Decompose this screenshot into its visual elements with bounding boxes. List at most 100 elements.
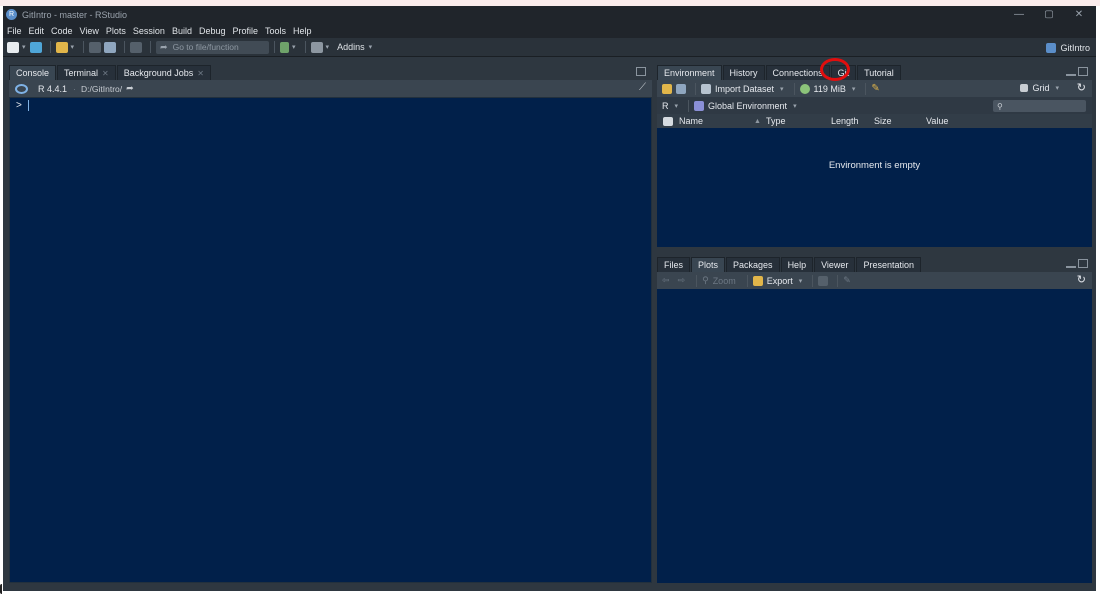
tab-tutorial-label: Tutorial	[864, 68, 894, 78]
addins-menu[interactable]: Addins	[337, 42, 365, 52]
close-window-icon[interactable]: ✕	[1064, 6, 1094, 23]
toolbar-divider	[793, 82, 795, 95]
new-project-icon[interactable]	[29, 41, 42, 53]
previous-plot-icon[interactable]: ⇦	[662, 275, 670, 286]
tab-help[interactable]: Help	[780, 257, 814, 272]
maximize-pane-icon[interactable]	[1078, 259, 1088, 268]
project-menu[interactable]: GitIntro	[1046, 38, 1090, 57]
minimize-window-icon[interactable]: —	[1004, 6, 1034, 23]
column-value[interactable]: Value	[926, 116, 948, 126]
new-file-icon[interactable]	[7, 41, 19, 53]
tab-tutorial[interactable]: Tutorial	[857, 65, 901, 80]
refresh-plots-icon[interactable]: ↻	[1077, 273, 1086, 286]
column-type[interactable]: Type	[766, 116, 831, 126]
goto-directory-icon[interactable]: ➦	[126, 83, 134, 94]
column-name[interactable]: Name	[679, 116, 754, 126]
vcs-caret-icon[interactable]: ▾	[292, 43, 296, 51]
save-all-icon[interactable]	[104, 41, 117, 53]
zoom-button[interactable]: Zoom	[713, 276, 736, 286]
memory-usage[interactable]: 119 MiB	[814, 84, 846, 94]
open-file-icon[interactable]	[55, 41, 68, 53]
zoom-icon: ⚲	[702, 275, 709, 285]
save-icon[interactable]	[89, 41, 102, 53]
restore-pane-icon[interactable]	[636, 67, 646, 76]
addins-caret-icon[interactable]: ▾	[369, 43, 373, 51]
close-tab-icon[interactable]: ✕	[102, 69, 109, 78]
import-dataset-button[interactable]: Import Dataset	[715, 84, 774, 94]
pane-window-controls	[1066, 67, 1088, 76]
menu-file[interactable]: File	[7, 26, 22, 36]
menu-code[interactable]: Code	[51, 26, 73, 36]
clear-plots-broom-icon[interactable]: ✎	[843, 275, 851, 286]
project-name: GitIntro	[1060, 42, 1090, 53]
menu-help[interactable]: Help	[293, 26, 312, 36]
tab-history[interactable]: History	[722, 65, 765, 80]
refresh-environment-icon[interactable]: ↻	[1077, 81, 1086, 94]
language-select[interactable]: R	[662, 101, 669, 111]
menu-debug[interactable]: Debug	[199, 26, 226, 36]
tab-terminal-label: Terminal	[64, 68, 99, 78]
print-icon[interactable]	[130, 41, 143, 53]
open-file-caret-icon[interactable]: ▾	[71, 43, 75, 51]
clear-workspace-broom-icon[interactable]: ✎	[871, 83, 879, 94]
environment-search-input[interactable]: ⚲	[993, 100, 1086, 112]
toolbar-divider	[83, 41, 85, 53]
save-workspace-icon[interactable]	[676, 83, 686, 94]
language-caret-icon[interactable]: ▾	[675, 102, 679, 110]
vcs-icon[interactable]	[280, 41, 290, 53]
sort-ascending-icon[interactable]: ▲	[754, 118, 766, 125]
workspace-panes-icon[interactable]	[310, 41, 323, 53]
go-to-file-input[interactable]: ➦ Go to file/function	[156, 40, 270, 54]
tab-plots[interactable]: Plots	[691, 257, 726, 272]
memory-caret-icon[interactable]: ▾	[852, 85, 856, 93]
tab-environment-label: Environment	[664, 68, 715, 78]
minimize-pane-icon[interactable]	[1066, 265, 1076, 268]
tab-console[interactable]: Console	[9, 65, 57, 80]
environment-table-header: Name ▲ Type Length Size Value	[657, 114, 1092, 128]
menu-profile[interactable]: Profile	[233, 26, 259, 36]
tab-background-jobs[interactable]: Background Jobs ✕	[116, 65, 211, 80]
restore-window-icon[interactable]: ▢	[1034, 6, 1064, 23]
tab-files[interactable]: Files	[657, 257, 691, 272]
tab-help-label: Help	[787, 260, 807, 270]
tab-packages[interactable]: Packages	[726, 257, 780, 272]
menu-tools[interactable]: Tools	[265, 26, 286, 36]
r-version: R 4.4.1	[38, 83, 68, 94]
next-plot-icon[interactable]: ⇨	[678, 275, 686, 286]
environment-scope-select[interactable]: Global Environment	[708, 101, 787, 111]
tab-environment[interactable]: Environment	[657, 65, 722, 80]
clear-console-broom-icon[interactable]: ⟋	[639, 82, 646, 93]
tab-presentation[interactable]: Presentation	[856, 257, 921, 272]
menu-build[interactable]: Build	[172, 26, 192, 36]
remove-plot-icon[interactable]	[818, 275, 829, 286]
import-dataset-caret-icon[interactable]: ▾	[780, 85, 784, 93]
menu-view[interactable]: View	[80, 26, 99, 36]
environment-scope-icon	[694, 100, 705, 111]
tab-background-jobs-label: Background Jobs	[123, 68, 194, 78]
menu-edit[interactable]: Edit	[29, 26, 45, 36]
close-tab-icon[interactable]: ✕	[197, 69, 204, 78]
workspace-panes-caret-icon[interactable]: ▾	[326, 43, 330, 51]
view-mode-select[interactable]: Grid ▾	[1020, 83, 1064, 93]
column-length[interactable]: Length	[831, 116, 874, 126]
menu-plots[interactable]: Plots	[106, 26, 126, 36]
tab-terminal[interactable]: Terminal ✕	[57, 65, 116, 80]
maximize-pane-icon[interactable]	[1078, 67, 1088, 76]
tab-viewer[interactable]: Viewer	[814, 257, 856, 272]
environment-scope-caret-icon[interactable]: ▾	[793, 102, 797, 110]
export-button[interactable]: Export	[767, 276, 793, 286]
column-size[interactable]: Size	[874, 116, 926, 126]
new-file-caret-icon[interactable]: ▾	[22, 43, 26, 51]
select-all-checkbox[interactable]	[663, 116, 673, 126]
tab-connections-label: Connections	[772, 68, 823, 78]
console-header: R 4.4.1 · D:/GitIntro/ ➦ ⟋	[9, 80, 652, 97]
text-cursor	[28, 100, 29, 111]
export-caret-icon[interactable]: ▾	[799, 277, 803, 285]
menu-session[interactable]: Session	[133, 26, 165, 36]
tab-plots-label: Plots	[698, 260, 719, 270]
minimize-pane-icon[interactable]	[1066, 73, 1076, 76]
console-output[interactable]: >	[9, 97, 652, 583]
working-directory[interactable]: D:/GitIntro/	[81, 84, 122, 94]
console-pane-tabs: Console Terminal ✕ Background Jobs ✕	[9, 63, 212, 80]
load-workspace-icon[interactable]	[662, 83, 672, 94]
